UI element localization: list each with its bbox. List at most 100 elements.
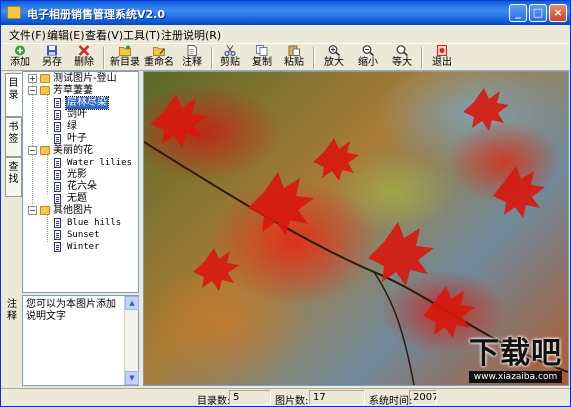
tree-item-light-shadow[interactable]: 光影 — [23, 169, 138, 181]
toolbar: 添加 另存 删除 新目录 重命名 注释 剪贴 复制 粘贴 放大 缩小 等大 退出 — [1, 43, 570, 71]
tree-label: Water lilies — [67, 158, 133, 168]
menu-tools[interactable]: 工具(T) — [123, 27, 160, 43]
watermark-url: www.xiazaiba.com — [469, 371, 562, 383]
tree-item-blue-hills[interactable]: Blue hills — [23, 217, 138, 229]
dir-count-value: 5 — [229, 390, 271, 405]
image-file-icon — [54, 242, 61, 252]
tree-label: 绿 — [67, 121, 77, 132]
tree-label: Blue hills — [67, 218, 122, 228]
toolbar-separator — [211, 47, 213, 69]
menu-edit[interactable]: 编辑(E) — [47, 27, 85, 43]
save-as-button[interactable]: 另存 — [39, 45, 65, 71]
collapse-icon[interactable]: − — [28, 146, 37, 155]
album-tree: + 测试图片-登山 − 芳草萋萋 层林尽染 剑叶 绿 叶子 − 美丽的花 Wat… — [22, 71, 139, 293]
zoom-in-button[interactable]: 放大 — [321, 45, 347, 71]
system-time-value: 2007- — [409, 390, 437, 405]
collapse-icon[interactable]: − — [28, 206, 37, 215]
tree-label: 其他图片 — [53, 205, 93, 216]
zoom-out-button[interactable]: 缩小 — [355, 45, 381, 71]
exit-icon — [437, 45, 447, 56]
close-button[interactable]: × — [549, 4, 567, 22]
menu-file[interactable]: 文件(F) — [9, 27, 46, 43]
scroll-up-icon[interactable]: ▲ — [125, 296, 139, 310]
app-window: 电子相册销售管理系统V2.0 _ □ × 文件(F) 编辑(E) 查看(V) 工… — [0, 0, 571, 407]
toolbar-separator — [313, 47, 315, 69]
expand-icon[interactable]: + — [28, 74, 37, 83]
image-file-icon — [54, 182, 61, 192]
image-file-icon — [54, 158, 61, 168]
copy-button[interactable]: 复制 — [249, 45, 275, 71]
delete-icon — [78, 45, 90, 56]
add-button[interactable]: 添加 — [7, 45, 33, 71]
new-folder-button[interactable]: 新目录 — [109, 45, 141, 71]
folder-icon — [40, 146, 50, 155]
menu-view[interactable]: 查看(V) — [85, 27, 123, 43]
image-file-icon — [54, 194, 61, 204]
tab-search[interactable]: 查找 — [5, 157, 22, 197]
dir-count-label: 目录数: — [197, 396, 231, 407]
tree-item-green[interactable]: 绿 — [23, 121, 138, 133]
tree-folder-grass[interactable]: − 芳草萋萋 — [23, 85, 138, 97]
rename-button[interactable]: 重命名 — [143, 45, 175, 71]
image-file-icon — [54, 170, 61, 180]
collapse-icon[interactable]: − — [28, 86, 37, 95]
status-bar: 目录数: 5 图片数: 17 系统时间: 2007- — [1, 388, 570, 407]
note-label: 注释 — [7, 299, 17, 322]
image-file-icon — [54, 218, 61, 228]
minimize-button[interactable]: _ — [509, 4, 527, 22]
tree-item-autumn-forest[interactable]: 层林尽染 — [23, 96, 138, 110]
tree-item-sword-leaf[interactable]: 剑叶 — [23, 109, 138, 121]
tab-directory-label: 目录 — [8, 78, 19, 101]
folder-icon — [40, 86, 50, 95]
window-title: 电子相册销售管理系统V2.0 — [27, 8, 165, 21]
tree-folder-flowers[interactable]: − 美丽的花 — [23, 145, 138, 157]
title-bar[interactable]: 电子相册销售管理系统V2.0 _ □ × — [1, 1, 570, 25]
exit-button[interactable]: 退出 — [429, 45, 455, 71]
image-file-icon — [54, 98, 61, 108]
tree-item-leaves[interactable]: 叶子 — [23, 133, 138, 145]
tab-directory[interactable]: 目录 — [5, 73, 22, 117]
save-icon — [47, 45, 57, 56]
menu-register-help[interactable]: 注册说明(R) — [161, 27, 221, 43]
photo-viewer[interactable]: 下载吧 www.xiazaiba.com — [143, 71, 569, 386]
tree-label: 层林尽染 — [65, 96, 109, 110]
toolbar-separator — [421, 47, 423, 69]
pic-count-label: 图片数: — [275, 396, 309, 407]
toolbar-separator — [103, 47, 105, 69]
tree-item-six-flowers[interactable]: 花六朵 — [23, 181, 138, 193]
paste-icon — [288, 45, 300, 56]
tree-label: Winter — [67, 242, 100, 252]
tree-item-untitled[interactable]: 无题 — [23, 193, 138, 205]
maximize-button[interactable]: □ — [529, 4, 547, 22]
pic-count-value: 17 — [309, 390, 365, 405]
menu-bar: 文件(F) 编辑(E) 查看(V) 工具(T) 注册说明(R) — [1, 25, 570, 43]
note-text: 您可以为本图片添加说明文字 — [26, 299, 116, 322]
scroll-down-icon[interactable]: ▼ — [125, 371, 139, 385]
image-file-icon — [54, 134, 61, 144]
image-file-icon — [54, 230, 61, 240]
tree-label: 剑叶 — [67, 109, 87, 120]
tree-item-water-lilies[interactable]: Water lilies — [23, 157, 138, 169]
tree-folder-mountain[interactable]: + 测试图片-登山 — [23, 73, 138, 85]
actual-size-button[interactable]: 等大 — [389, 45, 415, 71]
tab-bookmarks[interactable]: 书签 — [5, 117, 22, 157]
paste-button[interactable]: 粘贴 — [281, 45, 307, 71]
note-button[interactable]: 注释 — [179, 45, 205, 71]
note-scrollbar[interactable]: ▲ ▼ — [124, 296, 139, 385]
zoom-in-icon — [328, 45, 340, 56]
tab-search-label: 查找 — [8, 162, 19, 185]
tree-label: 美丽的花 — [53, 145, 93, 156]
delete-button[interactable]: 删除 — [71, 45, 97, 71]
tree-label: 光影 — [67, 169, 87, 180]
watermark-logo: 下载吧 — [469, 336, 562, 371]
note-textarea[interactable]: 您可以为本图片添加说明文字 ▲ ▼ — [22, 295, 139, 386]
rename-icon — [153, 47, 165, 56]
copy-icon — [256, 45, 268, 56]
cut-button[interactable]: 剪贴 — [217, 45, 243, 71]
tree-item-winter[interactable]: Winter — [23, 241, 138, 253]
tree-folder-other[interactable]: − 其他图片 — [23, 205, 138, 217]
actual-size-icon — [396, 45, 408, 56]
zoom-out-icon — [362, 45, 374, 56]
tree-item-sunset[interactable]: Sunset — [23, 229, 138, 241]
tree-label: 叶子 — [67, 133, 87, 144]
